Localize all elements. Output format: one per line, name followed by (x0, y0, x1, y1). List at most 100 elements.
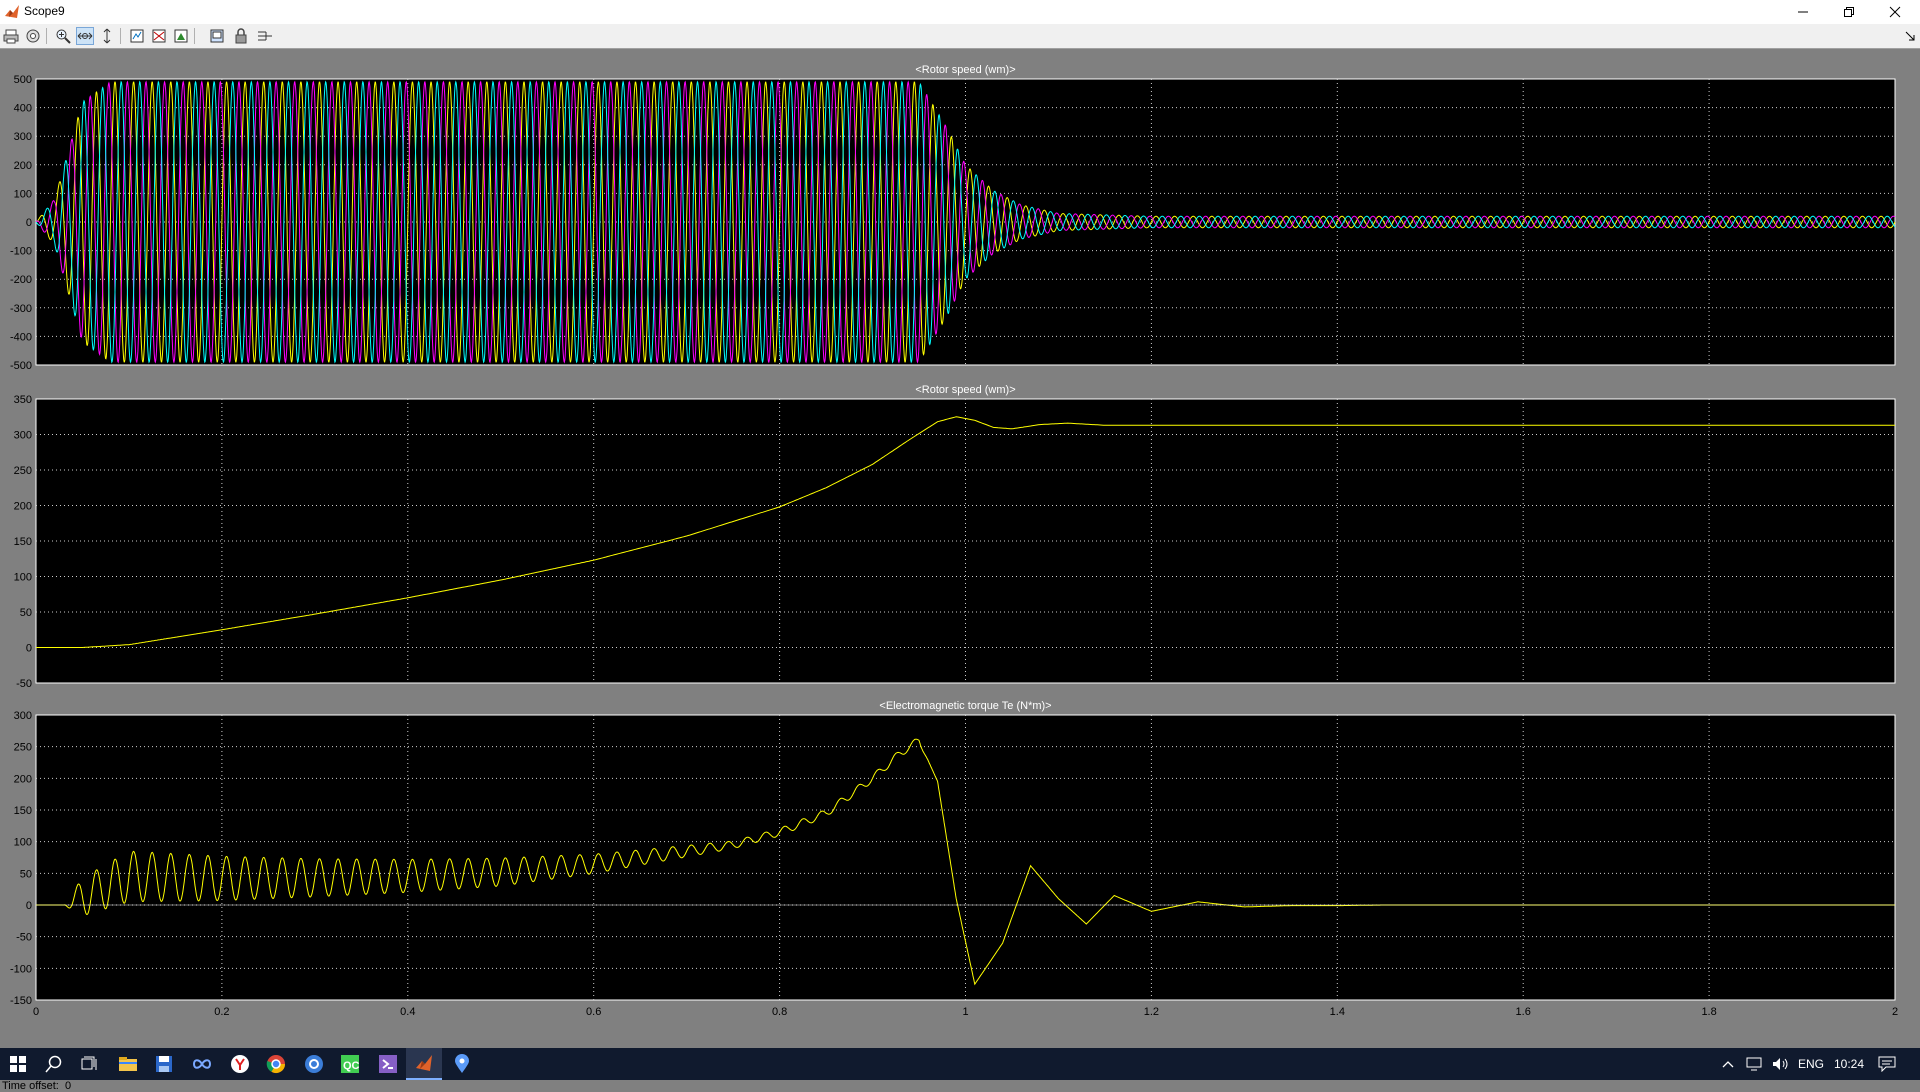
x-tick-label: 0.4 (400, 1006, 415, 1018)
zoom-x-icon (77, 32, 93, 40)
x-tick-label: 1.6 (1516, 1006, 1531, 1018)
tray-volume-button[interactable] (1772, 1048, 1790, 1080)
tray-network-button[interactable] (1746, 1048, 1764, 1080)
maps-pin-icon (455, 1054, 469, 1073)
close-button[interactable] (1872, 0, 1918, 24)
y-tick-label: 200 (14, 501, 32, 513)
start-button[interactable] (0, 1048, 36, 1080)
dock-arrow-icon[interactable] (1904, 30, 1916, 42)
floating-scope-button[interactable] (208, 27, 226, 45)
taskbar-file-explorer[interactable] (110, 1048, 146, 1080)
volume-icon (1773, 1058, 1788, 1070)
zoom-in-icon (56, 29, 71, 44)
y-tick-label: -200 (10, 274, 32, 286)
y-tick-label: -150 (10, 995, 32, 1007)
taskbar-infinity-app[interactable] (184, 1048, 220, 1080)
taskbar-qc-app[interactable]: QC (332, 1048, 368, 1080)
scope-toolbar (0, 24, 1920, 49)
y-tick-label: -100 (10, 963, 32, 975)
toolbar-separator (46, 28, 47, 44)
matlab-icon (5, 5, 19, 18)
visual-studio-icon (379, 1055, 397, 1073)
x-tick-label: 0 (33, 1006, 39, 1018)
taskbar-blue-app[interactable] (296, 1048, 332, 1080)
zoom-y-button[interactable] (98, 27, 116, 45)
language-indicator: ENG (1798, 1057, 1825, 1071)
taskbar-matlab[interactable] (406, 1048, 442, 1080)
toolbar-separator (194, 28, 195, 44)
zoom-x-button[interactable] (76, 27, 94, 45)
y-tick-label: 300 (14, 131, 32, 143)
signal-selection-button[interactable] (256, 27, 274, 45)
autoscale-button[interactable] (128, 27, 146, 45)
y-tick-label: 150 (14, 805, 32, 817)
file-explorer-icon (119, 1057, 137, 1071)
chevron-up-icon (1722, 1061, 1734, 1068)
windows-taskbar: QC ENG 10:24 (0, 1048, 1920, 1080)
search-button[interactable] (36, 1048, 72, 1080)
taskbar-maps[interactable] (444, 1048, 480, 1080)
window-title: Scope9 (24, 4, 65, 18)
y-tick-label: 0 (26, 217, 32, 229)
matlab-icon (416, 1055, 432, 1071)
save-axes-button[interactable] (150, 27, 168, 45)
save-axes-icon (152, 29, 166, 43)
print-button[interactable] (2, 27, 20, 45)
svg-text:QC: QC (343, 1060, 360, 1072)
y-tick-label: 400 (14, 103, 32, 115)
tray-language-button[interactable]: ENG (1798, 1048, 1824, 1080)
y-tick-label: 250 (14, 742, 32, 754)
search-icon (45, 1055, 62, 1073)
lock-axes-icon (235, 28, 247, 44)
x-tick-label: 0.6 (586, 1006, 601, 1018)
parameters-button[interactable] (24, 27, 42, 45)
tray-notification-button[interactable] (1878, 1048, 1896, 1080)
restore-axes-icon (174, 29, 188, 43)
x-tick-label: 1.4 (1330, 1006, 1345, 1018)
y-tick-label: -300 (10, 303, 32, 315)
taskbar-save-app[interactable] (146, 1048, 182, 1080)
restore-button[interactable] (1826, 0, 1872, 24)
notification-icon (1878, 1056, 1896, 1072)
y-tick-label: 100 (14, 188, 32, 200)
y-tick-label: 300 (14, 430, 32, 442)
y-tick-label: 100 (14, 837, 32, 849)
minimize-button[interactable] (1780, 0, 1826, 24)
zoom-y-icon (103, 28, 111, 44)
x-tick-label: 0.8 (772, 1006, 787, 1018)
y-tick-label: 50 (20, 868, 32, 880)
y-tick-label: 350 (14, 394, 32, 406)
taskbar-visual-studio[interactable] (370, 1048, 406, 1080)
y-tick-label: 200 (14, 773, 32, 785)
yandex-browser-icon (231, 1055, 249, 1073)
windows-start-icon (10, 1056, 26, 1072)
task-view-button[interactable] (72, 1048, 108, 1080)
floating-scope-icon (210, 29, 224, 43)
save-disk-icon (156, 1056, 172, 1072)
time-offset-label: Time offset: (2, 1080, 59, 1092)
title-bar: Scope9 (0, 0, 1920, 24)
y-tick-label: -500 (10, 360, 32, 372)
lock-axes-button[interactable] (232, 27, 250, 45)
infinity-app-icon (192, 1059, 212, 1069)
taskbar-yandex-browser[interactable] (222, 1048, 258, 1080)
minimize-icon (1798, 11, 1808, 13)
x-tick-label: 0.2 (214, 1006, 229, 1018)
y-tick-label: 300 (14, 710, 32, 722)
plot-background (35, 714, 1896, 1001)
qc-app-icon: QC (341, 1055, 360, 1073)
y-tick-label: 0 (26, 900, 32, 912)
time-offset-status: Time offset: 0 (2, 1080, 71, 1092)
tray-clock[interactable]: 10:24 (1834, 1048, 1864, 1080)
plot-title: <Electromagnetic torque Te (N*m)> (879, 700, 1051, 712)
zoom-in-button[interactable] (54, 27, 72, 45)
restore-axes-button[interactable] (172, 27, 190, 45)
parameters-icon (26, 29, 40, 43)
y-tick-label: -100 (10, 246, 32, 258)
tray-chevron-button[interactable] (1722, 1048, 1734, 1080)
taskbar-chrome[interactable] (258, 1048, 294, 1080)
x-tick-label: 2 (1892, 1006, 1898, 1018)
scope-plot-area: <Rotor speed (wm)> 500 400 300 200 100 0 -100 -2… (0, 49, 1920, 1092)
y-tick-label: 250 (14, 465, 32, 477)
scope-charts[interactable]: <Rotor speed (wm)>5004003002001000-100-2… (0, 49, 1920, 1049)
